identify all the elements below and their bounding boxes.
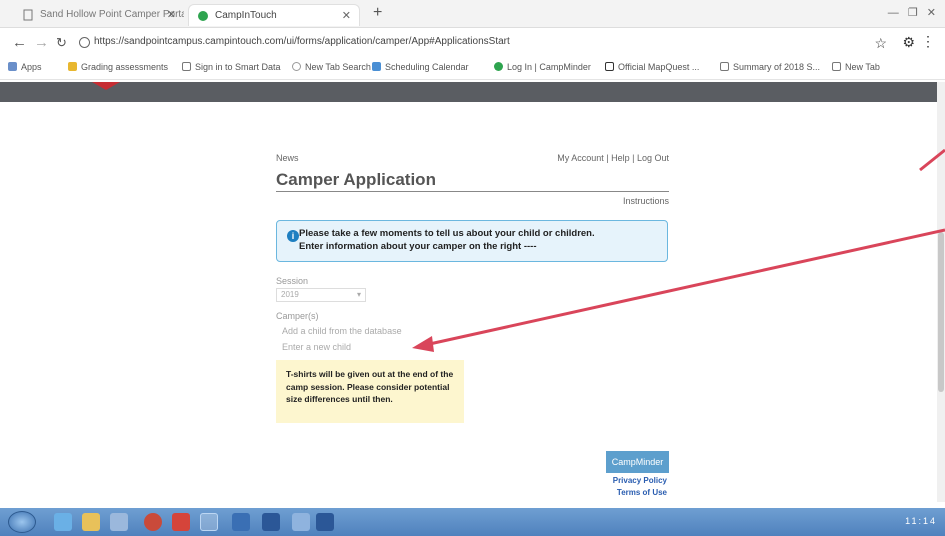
arrow-line <box>424 228 945 347</box>
start-button-icon[interactable] <box>8 511 36 533</box>
folder-icon[interactable] <box>82 513 100 531</box>
windows-taskbar: 11:14 <box>0 508 945 536</box>
annotation-arrow <box>412 148 945 352</box>
app-icon[interactable] <box>232 513 250 531</box>
clock-display[interactable]: 11:14 <box>905 516 937 526</box>
ie-icon[interactable] <box>54 513 72 531</box>
arrow-head <box>412 336 434 352</box>
word-icon[interactable] <box>262 513 280 531</box>
app-icon[interactable] <box>292 513 310 531</box>
chrome-icon[interactable] <box>200 513 218 531</box>
app-icon[interactable] <box>144 513 162 531</box>
app-icon[interactable] <box>172 513 190 531</box>
app-icon[interactable] <box>316 513 334 531</box>
app-icon[interactable] <box>110 513 128 531</box>
arrow-line-upper <box>919 148 945 172</box>
